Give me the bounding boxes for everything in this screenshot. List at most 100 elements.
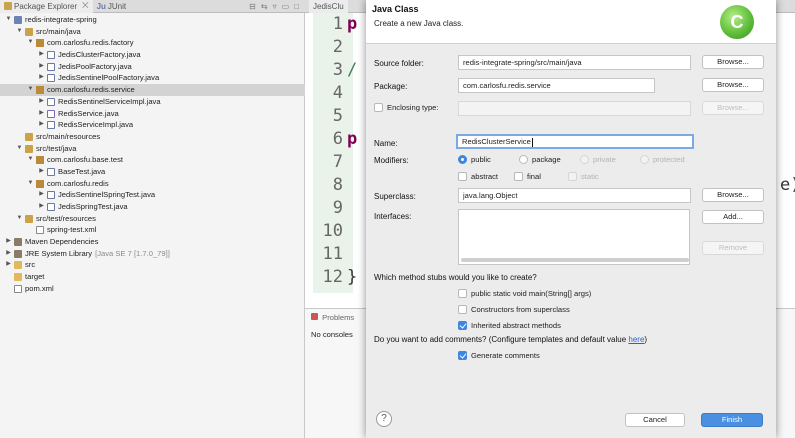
- collapse-arrow-icon[interactable]: ▶: [5, 259, 12, 271]
- superclass-input[interactable]: java.lang.Object: [458, 188, 691, 203]
- modifier-static-checkbox[interactable]: static: [568, 172, 599, 181]
- expand-arrow-icon[interactable]: ▼: [27, 154, 34, 166]
- close-icon[interactable]: ⨉: [82, 1, 88, 11]
- horizontal-scrollbar[interactable]: [461, 258, 689, 262]
- package-browse-button[interactable]: Browse...: [702, 78, 764, 92]
- modifier-abstract-checkbox[interactable]: abstract: [458, 172, 498, 181]
- stub-main-checkbox[interactable]: public static void main(String[] args): [458, 289, 591, 298]
- tree-item[interactable]: ▶ JedisSentinelPoolFactory.java: [0, 72, 305, 84]
- tree-item[interactable]: ▶ BaseTest.java: [0, 166, 305, 178]
- tree-item-label: src: [25, 259, 35, 271]
- tree-item[interactable]: ▶ RedisService.java: [0, 108, 305, 120]
- checkbox-indicator: [458, 305, 467, 314]
- view-menu-icon[interactable]: ▿: [273, 2, 277, 11]
- link-editor-icon[interactable]: ⇆: [261, 2, 268, 11]
- tree-item-label: JedisSpringTest.java: [58, 201, 128, 213]
- stub-constructors-checkbox[interactable]: Constructors from superclass: [458, 305, 570, 314]
- expand-arrow-icon[interactable]: ▼: [5, 14, 12, 26]
- modifier-private-radio[interactable]: private: [580, 155, 616, 164]
- tree-item[interactable]: ▶ JedisSpringTest.java: [0, 201, 305, 213]
- enclosing-type-checkbox[interactable]: [374, 103, 383, 112]
- tree-item[interactable]: ▶ JedisClusterFactory.java: [0, 49, 305, 61]
- minimize-icon[interactable]: ▭: [282, 2, 290, 11]
- add-interface-button[interactable]: Add...: [702, 210, 764, 224]
- collapse-arrow-icon[interactable]: ▶: [38, 61, 45, 73]
- radio-indicator: [519, 155, 528, 164]
- tree-item[interactable]: ▼ com.carlosfu.redis.factory: [0, 37, 305, 49]
- collapse-arrow-icon[interactable]: ▶: [38, 201, 45, 213]
- source-folder-browse-button[interactable]: Browse...: [702, 55, 764, 69]
- tree-item[interactable]: ▶ Maven Dependencies: [0, 236, 305, 248]
- collapse-arrow-icon[interactable]: ▶: [38, 49, 45, 61]
- configure-templates-link[interactable]: here: [628, 335, 644, 344]
- logo-letter: C: [730, 11, 744, 32]
- tree-item[interactable]: ▶ RedisSentinelServiceImpl.java: [0, 96, 305, 108]
- collapse-arrow-icon[interactable]: ▶: [38, 72, 45, 84]
- junit-icon: Ju: [96, 1, 106, 11]
- remove-interface-button[interactable]: Remove: [702, 241, 764, 255]
- library-icon: [14, 249, 22, 258]
- expand-arrow-icon[interactable]: ▼: [16, 143, 23, 155]
- srcfolder-icon: [25, 214, 33, 223]
- tree-item[interactable]: ▶ JRE System Library [Java SE 7 [1.7.0_79]…: [0, 248, 305, 260]
- checkbox-label: Inherited abstract methods: [471, 321, 561, 330]
- collapse-arrow-icon[interactable]: ▶: [5, 248, 12, 260]
- stub-inherited-abstract-checkbox[interactable]: Inherited abstract methods: [458, 321, 561, 330]
- collapse-all-icon[interactable]: ⊟: [249, 2, 256, 11]
- tree-item[interactable]: ▶ RedisServiceImpl.java: [0, 119, 305, 131]
- tree-item-label: RedisSentinelServiceImpl.java: [58, 96, 161, 108]
- tree-item[interactable]: pom.xml: [0, 283, 305, 295]
- tree-item[interactable]: ▼ src/test/java: [0, 143, 305, 155]
- tree-item[interactable]: src/main/resources: [0, 131, 305, 143]
- package-icon: [36, 179, 44, 188]
- tree-item[interactable]: ▼ com.carlosfu.redis: [0, 178, 305, 190]
- expand-arrow-icon[interactable]: ▼: [27, 178, 34, 190]
- source-folder-input[interactable]: redis-integrate-spring/src/main/java: [458, 55, 691, 70]
- cancel-button[interactable]: Cancel: [625, 413, 685, 427]
- tab-package-explorer[interactable]: Package Explorer ⨉: [0, 0, 93, 13]
- tree-item[interactable]: ▶ src: [0, 259, 305, 271]
- enclosing-type-label: Enclosing type:: [387, 103, 439, 112]
- tab-junit[interactable]: Ju JUnit: [93, 0, 131, 13]
- package-input[interactable]: com.carlosfu.redis.service: [458, 78, 655, 93]
- tree-item[interactable]: ▶ JedisSentinelSpringTest.java: [0, 189, 305, 201]
- collapse-arrow-icon[interactable]: ▶: [5, 236, 12, 248]
- editor-tab[interactable]: JedisClu: [309, 0, 348, 13]
- class-name-input[interactable]: RedisClusterService: [456, 134, 694, 149]
- tree-item[interactable]: ▼ src/test/resources: [0, 213, 305, 225]
- enclosing-type-browse-button[interactable]: Browse...: [702, 101, 764, 115]
- tree-item[interactable]: ▼ src/main/java: [0, 26, 305, 38]
- interfaces-list[interactable]: [458, 209, 690, 265]
- tree-item[interactable]: ▶ JedisPoolFactory.java: [0, 61, 305, 73]
- modifier-final-checkbox[interactable]: final: [514, 172, 541, 181]
- maximize-icon[interactable]: □: [294, 2, 299, 11]
- expand-arrow-icon[interactable]: ▼: [16, 213, 23, 225]
- tree-item[interactable]: ▼ com.carlosfu.base.test: [0, 154, 305, 166]
- java-icon: [47, 51, 55, 60]
- finish-button[interactable]: Finish: [701, 413, 763, 427]
- collapse-arrow-icon[interactable]: ▶: [38, 166, 45, 178]
- collapse-arrow-icon[interactable]: ▶: [38, 96, 45, 108]
- tree-item[interactable]: target: [0, 271, 305, 283]
- modifier-public-radio[interactable]: public: [458, 155, 491, 164]
- expand-arrow-icon[interactable]: ▼: [27, 84, 34, 96]
- modifier-package-radio[interactable]: package: [519, 155, 561, 164]
- enclosing-type-input[interactable]: [458, 101, 691, 116]
- modifier-protected-radio[interactable]: protected: [640, 155, 685, 164]
- expand-arrow-icon[interactable]: ▼: [16, 26, 23, 38]
- tree-item[interactable]: ▼ com.carlosfu.redis.service: [0, 84, 305, 96]
- help-button[interactable]: ?: [376, 411, 392, 427]
- collapse-arrow-icon[interactable]: ▶: [38, 189, 45, 201]
- superclass-browse-button[interactable]: Browse...: [702, 188, 764, 202]
- enclosing-type-option[interactable]: Enclosing type:: [374, 103, 439, 112]
- console-message: No consoles: [311, 330, 353, 339]
- tree-item[interactable]: spring-test.xml: [0, 224, 305, 236]
- expand-arrow-icon[interactable]: ▼: [27, 37, 34, 49]
- collapse-arrow-icon[interactable]: ▶: [38, 108, 45, 120]
- collapse-arrow-icon[interactable]: ▶: [38, 119, 45, 131]
- tree-item-label: com.carlosfu.redis.service: [47, 84, 135, 96]
- xml-icon: [36, 226, 44, 235]
- tab-problems[interactable]: Problems: [311, 313, 354, 322]
- tree-item[interactable]: ▼ redis-integrate-spring: [0, 14, 305, 26]
- generate-comments-checkbox[interactable]: Generate comments: [458, 351, 540, 360]
